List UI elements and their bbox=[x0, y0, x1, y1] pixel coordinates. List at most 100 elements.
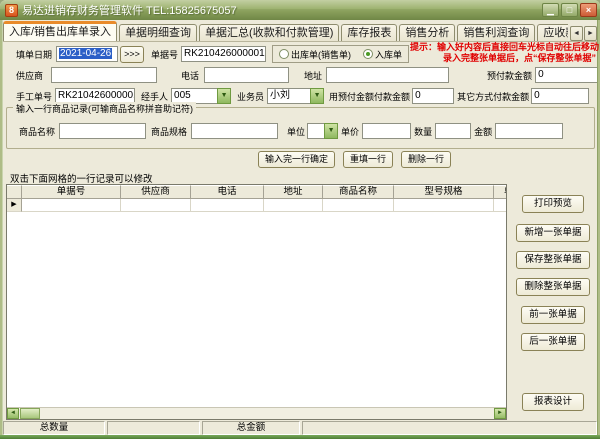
delete-line-button[interactable]: 删除一行 bbox=[401, 151, 451, 168]
address-input[interactable] bbox=[326, 67, 449, 83]
grid-column-header[interactable]: 单位 bbox=[494, 185, 507, 199]
supplier-label: 供应商 bbox=[16, 69, 43, 82]
item-qty-input[interactable] bbox=[435, 123, 471, 139]
item-unit-dropdown-icon[interactable]: ▼ bbox=[324, 123, 338, 139]
radio-inbound-icon bbox=[363, 49, 373, 59]
item-entry-row: 商品名称 商品规格 单位 ▼ 单价 数量 金额 bbox=[7, 122, 594, 140]
delete-doc-button[interactable]: 删除整张单据 bbox=[516, 278, 589, 296]
tab-scroll-right-icon[interactable]: ► bbox=[584, 26, 597, 41]
manual-no-label: 手工单号 bbox=[16, 90, 52, 103]
tab-1[interactable]: 入库/销售出库单录入 bbox=[3, 21, 117, 41]
close-icon[interactable]: × bbox=[580, 3, 597, 17]
grid-column-header[interactable]: 地址 bbox=[264, 185, 323, 199]
grid-column-header[interactable]: 电话 bbox=[191, 185, 264, 199]
prepay-pay-input[interactable]: 0 bbox=[412, 88, 454, 104]
salesman-value: 小刘 bbox=[267, 88, 310, 104]
input-hint-line1: 提示：输入好内容后直接回车光标自动往后移动 bbox=[410, 42, 596, 53]
grid-cell[interactable] bbox=[191, 199, 264, 212]
radio-inbound-label: 入库单 bbox=[375, 48, 402, 61]
item-name-label: 商品名称 bbox=[19, 125, 55, 138]
tab-list: 入库/销售出库单录入单据明细查询单据汇总(收款和付款管理)库存报表销售分析销售利… bbox=[3, 21, 568, 41]
item-unit-value bbox=[307, 123, 324, 139]
app-icon: 8 bbox=[5, 4, 18, 17]
grid-cell[interactable] bbox=[22, 199, 121, 212]
radio-outbound-label: 出库单(销售单) bbox=[291, 48, 351, 61]
date-picker-button[interactable]: >>> bbox=[120, 46, 144, 63]
grid-column-header[interactable]: 单据号 bbox=[22, 185, 121, 199]
report-design-button[interactable]: 报表设计 bbox=[522, 393, 584, 411]
handler-label: 经手人 bbox=[141, 90, 168, 103]
date-input[interactable]: 2021-04-26 bbox=[56, 46, 118, 62]
item-entry-groupbox: 输入一行商品记录(可输商品名称拼音助记符) 商品名称 商品规格 单位 ▼ 单价 … bbox=[6, 107, 595, 149]
new-doc-button[interactable]: 新增一张单据 bbox=[516, 224, 589, 242]
radio-outbound-icon bbox=[279, 49, 289, 59]
grid-column-header[interactable]: 商品名称 bbox=[323, 185, 394, 199]
doc-type-radio-group: 出库单(销售单) 入库单 bbox=[272, 45, 409, 63]
item-action-buttons: 输入完一行确定 重填一行 删除一行 bbox=[258, 151, 451, 168]
supplier-input[interactable] bbox=[51, 67, 157, 83]
item-name-input[interactable] bbox=[59, 123, 146, 139]
tab-scroll-left-icon[interactable]: ◄ bbox=[570, 26, 583, 41]
handler-dropdown-icon[interactable]: ▼ bbox=[217, 88, 231, 104]
address-label: 地址 bbox=[304, 69, 322, 82]
phone-input[interactable] bbox=[204, 67, 289, 83]
grid-cell[interactable] bbox=[121, 199, 191, 212]
grid-cell[interactable] bbox=[264, 199, 323, 212]
window-controls: ▁ □ × bbox=[542, 3, 597, 17]
grid-cell[interactable] bbox=[394, 199, 494, 212]
grid-column-header[interactable]: 供应商 bbox=[121, 185, 191, 199]
next-doc-button[interactable]: 后一张单据 bbox=[521, 333, 585, 351]
grid-hscrollbar[interactable]: ◄ ► bbox=[7, 407, 506, 419]
docno-label: 单据号 bbox=[151, 48, 178, 61]
confirm-line-button[interactable]: 输入完一行确定 bbox=[258, 151, 335, 168]
tab-4[interactable]: 库存报表 bbox=[341, 24, 397, 41]
grid-column-header[interactable]: 型号规格 bbox=[394, 185, 494, 199]
window-frame-bottom bbox=[0, 435, 600, 439]
grid-cell[interactable] bbox=[323, 199, 394, 212]
radio-inbound[interactable]: 入库单 bbox=[363, 48, 402, 61]
total-qty-value bbox=[107, 421, 200, 435]
other-pay-input[interactable]: 0 bbox=[531, 88, 589, 104]
item-spec-input[interactable] bbox=[191, 123, 278, 139]
total-amount-label: 总金额 bbox=[202, 421, 300, 435]
grid-header-row: 单据号供应商电话地址商品名称型号规格单位 bbox=[7, 185, 506, 199]
prepay-pay-label: 用预付金额付款金额 bbox=[329, 90, 410, 103]
grid-hint: 双击下面网格的一行记录可以修改 bbox=[10, 171, 153, 185]
salesman-combo[interactable]: 小刘 ▼ bbox=[267, 88, 324, 104]
records-grid[interactable]: 单据号供应商电话地址商品名称型号规格单位 ▶ ◄ ► bbox=[6, 184, 507, 420]
prev-doc-button[interactable]: 前一张单据 bbox=[521, 306, 585, 324]
radio-outbound[interactable]: 出库单(销售单) bbox=[279, 48, 351, 61]
scroll-left-icon[interactable]: ◄ bbox=[7, 408, 19, 419]
tab-7[interactable]: 应收款查询 bbox=[537, 24, 568, 41]
docno-input[interactable]: RK210426000001 bbox=[181, 46, 266, 62]
scroll-right-icon[interactable]: ► bbox=[494, 408, 506, 419]
refill-line-button[interactable]: 重填一行 bbox=[343, 151, 393, 168]
tab-5[interactable]: 销售分析 bbox=[399, 24, 455, 41]
item-unit-combo[interactable]: ▼ bbox=[307, 123, 338, 139]
app-window: 8 易达进销存财务管理软件 TEL:15825675057 ▁ □ × 入库/销… bbox=[0, 0, 600, 439]
minimize-icon[interactable]: ▁ bbox=[542, 3, 559, 17]
phone-label: 电话 bbox=[181, 69, 199, 82]
row-indicator-icon: ▶ bbox=[7, 199, 22, 212]
grid-cell[interactable] bbox=[494, 199, 507, 212]
maximize-icon[interactable]: □ bbox=[561, 3, 578, 17]
prepay-input[interactable]: 0 bbox=[535, 67, 597, 83]
grid-header-indicator-cell bbox=[7, 185, 22, 199]
item-price-input[interactable] bbox=[362, 123, 411, 139]
tab-6[interactable]: 销售利润查询 bbox=[457, 24, 535, 41]
form-row-2: 供应商 电话 地址 预付款金额 0 bbox=[3, 66, 597, 84]
salesman-dropdown-icon[interactable]: ▼ bbox=[310, 88, 324, 104]
save-doc-button[interactable]: 保存整张单据 bbox=[516, 251, 589, 269]
title-bar[interactable]: 8 易达进销存财务管理软件 TEL:15825675057 ▁ □ × bbox=[0, 0, 600, 20]
tab-2[interactable]: 单据明细查询 bbox=[119, 24, 197, 41]
scroll-thumb[interactable] bbox=[20, 408, 40, 419]
print-preview-button[interactable]: 打印预览 bbox=[522, 195, 584, 213]
item-amount-label: 金额 bbox=[474, 125, 492, 138]
other-pay-label: 其它方式付款金额 bbox=[457, 90, 529, 103]
status-bar: 总数量 总金额 bbox=[3, 421, 597, 435]
item-spec-label: 商品规格 bbox=[151, 125, 187, 138]
grid-data-row[interactable]: ▶ bbox=[7, 199, 506, 212]
item-price-label: 单价 bbox=[341, 125, 359, 138]
item-amount-input[interactable] bbox=[495, 123, 563, 139]
tab-3[interactable]: 单据汇总(收款和付款管理) bbox=[199, 24, 339, 41]
